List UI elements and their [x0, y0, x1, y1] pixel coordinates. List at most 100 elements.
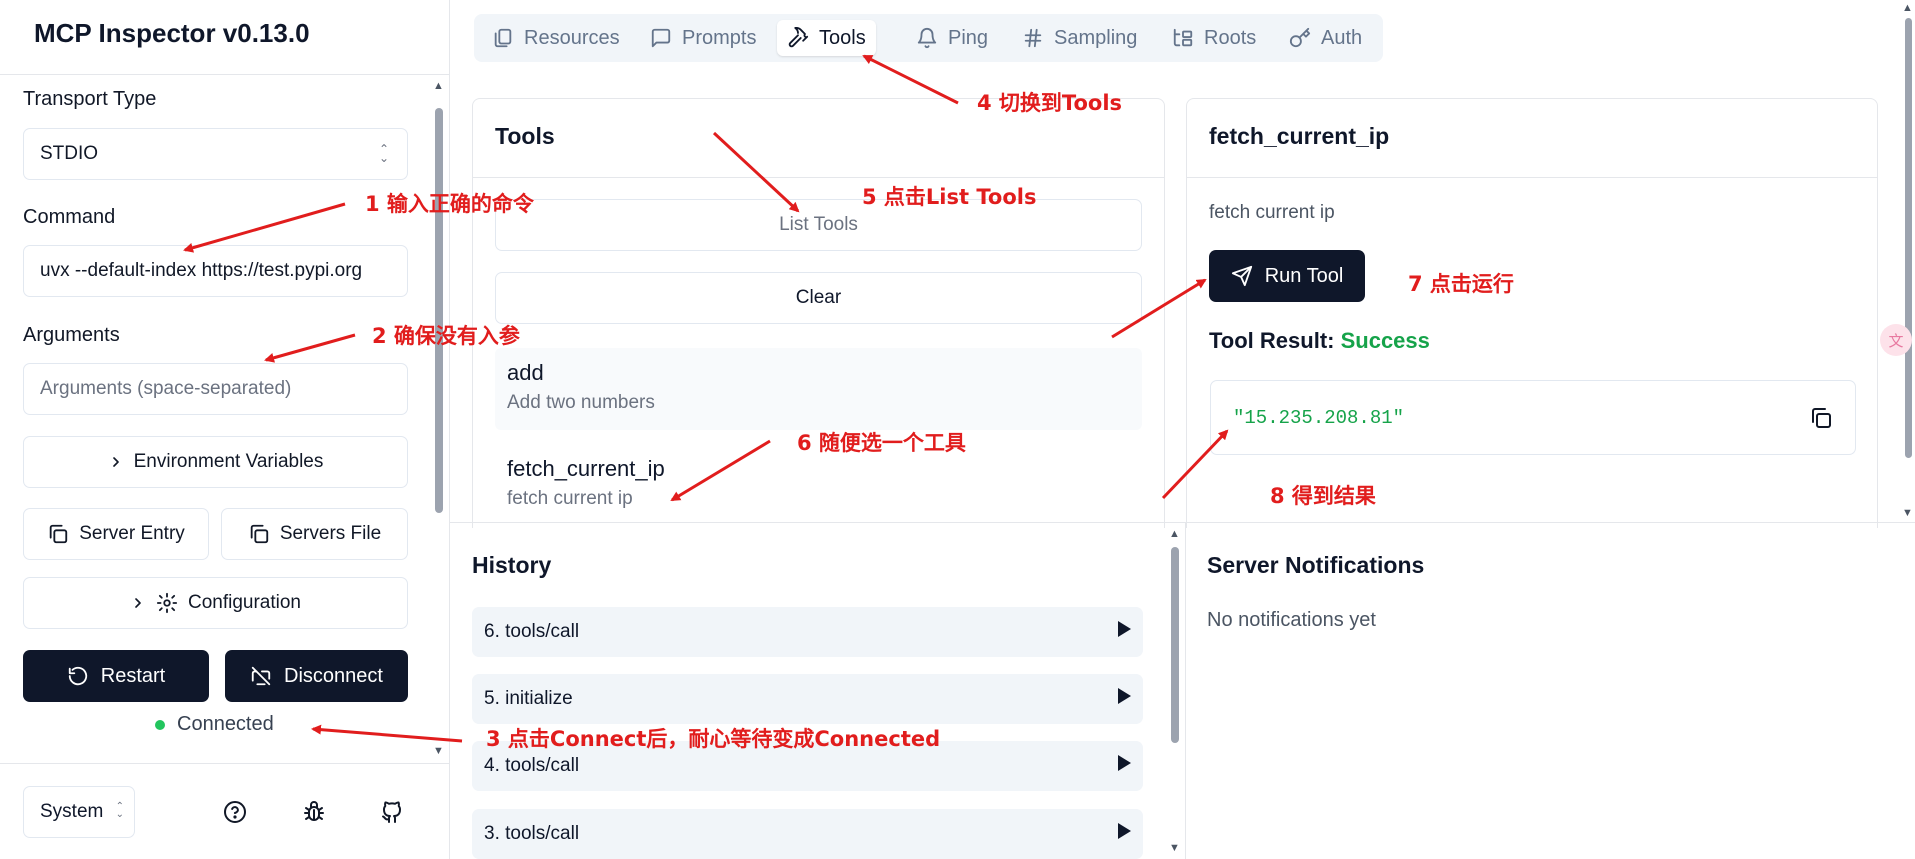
tool-result-status: Success — [1340, 328, 1430, 353]
tab-sampling[interactable]: Sampling — [1012, 20, 1147, 56]
unplug-icon — [251, 666, 271, 686]
tool-name: fetch_current_ip — [507, 456, 665, 481]
tab-roots[interactable]: Roots — [1162, 20, 1266, 56]
history-item-label: 6. tools/call — [484, 621, 580, 642]
expand-arrow-icon — [1118, 688, 1131, 704]
expand-arrow-icon — [1118, 755, 1131, 771]
tab-auth[interactable]: Auth — [1279, 20, 1372, 56]
connection-status: Connected — [155, 713, 274, 736]
server-entry-label: Server Entry — [79, 523, 185, 544]
run-tool-label: Run Tool — [1264, 264, 1344, 287]
arguments-placeholder: Arguments (space-separated) — [40, 378, 292, 399]
history-item[interactable]: 5. initialize — [472, 674, 1143, 724]
tab-bar: Resources Prompts Tools Ping Sampling Ro… — [474, 14, 1383, 62]
copy-icon[interactable] — [1809, 406, 1833, 435]
tool-detail-title: fetch_current_ip — [1209, 123, 1390, 149]
run-tool-button[interactable]: Run Tool — [1209, 250, 1365, 302]
bug-icon[interactable] — [300, 798, 328, 826]
server-notifications-title: Server Notifications — [1207, 552, 1425, 578]
disconnect-button[interactable]: Disconnect — [225, 650, 408, 702]
bell-icon — [917, 28, 937, 49]
annotation-label-3: 3 点击Connect后，耐心等待变成Connected — [486, 727, 941, 751]
scroll-down-icon[interactable]: ▼ — [1169, 842, 1180, 854]
history-item[interactable]: 6. tools/call — [472, 607, 1143, 657]
sidebar-scrollbar-thumb[interactable] — [435, 108, 443, 513]
history-item[interactable]: 3. tools/call — [472, 809, 1143, 859]
tab-label: Prompts — [682, 26, 757, 49]
scroll-down-icon[interactable]: ▼ — [1902, 507, 1913, 519]
annotation-label-8: 8 得到结果 — [1270, 484, 1376, 508]
annotation-label-2: 2 确保没有入参 — [372, 324, 520, 348]
divider — [473, 177, 1164, 178]
expand-arrow-icon — [1118, 621, 1131, 637]
arguments-input[interactable]: Arguments (space-separated) — [23, 363, 408, 415]
tab-label: Auth — [1321, 26, 1363, 49]
resize-divider[interactable] — [1185, 523, 1186, 859]
tool-result-heading: Tool Result: Success — [1209, 328, 1430, 354]
command-value: uvx --default-index https://test.pypi.or… — [40, 260, 363, 281]
arguments-label: Arguments — [23, 324, 120, 346]
files-icon — [494, 28, 512, 48]
transport-type-label: Transport Type — [23, 88, 157, 110]
no-notifications-text: No notifications yet — [1207, 609, 1376, 631]
tab-ping[interactable]: Ping — [906, 20, 998, 56]
tab-prompts[interactable]: Prompts — [640, 20, 766, 56]
tool-detail-description: fetch current ip — [1209, 202, 1335, 223]
copy-icon — [250, 524, 268, 544]
resize-divider[interactable] — [450, 522, 1915, 523]
annotation-label-7: 7 点击运行 — [1408, 272, 1514, 296]
clear-label: Clear — [795, 287, 842, 308]
servers-file-label: Servers File — [279, 523, 382, 544]
annotation-label-5: 5 点击List Tools — [862, 185, 1037, 209]
history-title: History — [472, 552, 552, 578]
servers-file-button[interactable]: Servers File — [221, 508, 408, 560]
key-icon — [1289, 27, 1311, 48]
configuration-label: Configuration — [187, 592, 302, 613]
list-tools-label: List Tools — [779, 214, 858, 235]
tool-item-add[interactable]: add Add two numbers — [495, 348, 1142, 430]
theme-value: System — [40, 801, 104, 822]
divider — [0, 74, 450, 75]
divider — [1187, 177, 1877, 178]
help-icon[interactable] — [221, 798, 249, 826]
tab-resources[interactable]: Resources — [482, 20, 630, 56]
annotation-label-1: 1 输入正确的命令 — [365, 192, 534, 216]
tab-tools[interactable]: Tools — [777, 20, 876, 56]
tab-label: Resources — [524, 26, 620, 49]
github-icon[interactable] — [378, 798, 406, 826]
folder-tree-icon — [1173, 28, 1193, 47]
tool-detail-panel — [1186, 98, 1878, 528]
server-entry-button[interactable]: Server Entry — [23, 508, 209, 560]
page-scrollbar-thumb[interactable] — [1905, 18, 1912, 458]
clear-button[interactable]: Clear — [495, 272, 1142, 324]
scroll-up-icon[interactable]: ▲ — [1169, 528, 1180, 540]
transport-type-select[interactable]: STDIO ⌃ ⌄ — [23, 128, 408, 180]
environment-variables-button[interactable]: Environment Variables — [23, 436, 408, 488]
copy-icon — [49, 524, 68, 544]
translate-icon[interactable]: 文 — [1880, 324, 1912, 356]
hammer-icon — [788, 27, 809, 48]
scroll-down-icon[interactable]: ▼ — [433, 745, 444, 757]
history-scrollbar-thumb[interactable] — [1171, 547, 1179, 743]
scroll-up-icon[interactable]: ▲ — [1902, 2, 1913, 14]
tool-name: add — [507, 360, 544, 385]
connection-status-text: Connected — [177, 713, 274, 735]
theme-select[interactable]: System ⌃ ⌄ — [23, 786, 135, 838]
app-title: MCP Inspector v0.13.0 — [34, 18, 310, 48]
send-icon — [1231, 265, 1252, 287]
scroll-up-icon[interactable]: ▲ — [433, 80, 444, 92]
chevrons-up-down-icon: ⌃ ⌄ — [378, 142, 389, 165]
list-tools-button[interactable]: List Tools — [495, 199, 1142, 251]
annotation-label-6: 6 随便选一个工具 — [797, 431, 966, 455]
rotate-ccw-icon — [68, 666, 87, 686]
restart-button[interactable]: Restart — [23, 650, 209, 702]
restart-label: Restart — [100, 664, 166, 687]
tool-result-value: "15.235.208.81" — [1233, 407, 1405, 429]
configuration-button[interactable]: Configuration — [23, 577, 408, 629]
command-input[interactable]: uvx --default-index https://test.pypi.or… — [23, 245, 408, 297]
chevrons-up-down-icon: ⌃ ⌄ — [115, 801, 124, 820]
expand-arrow-icon — [1118, 823, 1131, 839]
tool-result-box: "15.235.208.81" — [1210, 380, 1856, 455]
tab-label: Sampling — [1054, 26, 1138, 49]
tool-result-label: Tool Result: — [1209, 328, 1335, 353]
